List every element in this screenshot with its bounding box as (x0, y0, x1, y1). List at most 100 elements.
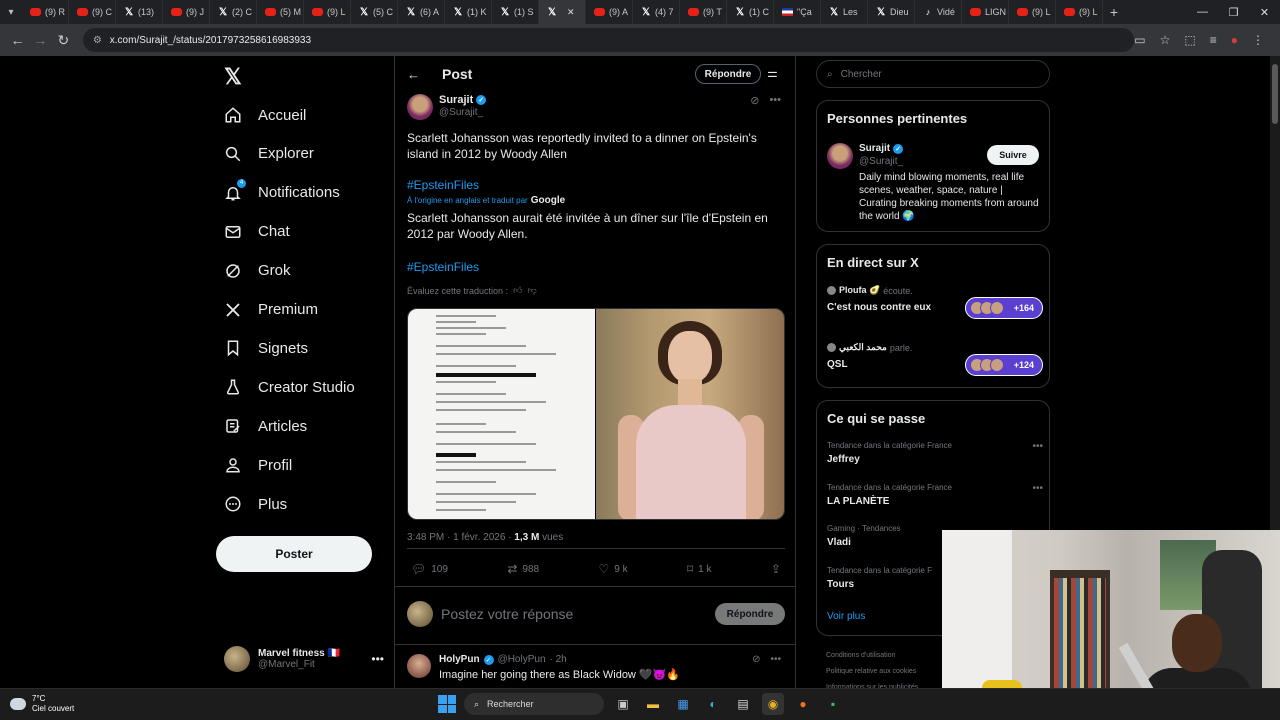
address-bar[interactable]: ⚙ x.com/Surajit_/status/2017973258616983… (82, 28, 1135, 52)
tweet-time[interactable]: 3:48 PM · 1 févr. 2026 (407, 532, 505, 543)
avatar[interactable] (407, 654, 431, 678)
nav-item-profil[interactable]: Profil (224, 450, 292, 480)
nav-item-chat[interactable]: Chat (224, 217, 290, 247)
more-dots-icon[interactable]: ••• (371, 652, 384, 666)
post-button[interactable]: Poster (216, 536, 372, 572)
search-input[interactable]: ⌕ Chercher (816, 60, 1050, 88)
nav-item-notifications[interactable]: 4 Notifications (224, 178, 340, 208)
listeners-pill[interactable]: +124 (965, 354, 1043, 376)
tab-search-chevron-icon[interactable]: ▾ (0, 0, 22, 24)
browser-tab[interactable]: (9) J (163, 0, 210, 24)
tweet-author[interactable]: Surajit ✓ (439, 94, 487, 106)
browser-tab[interactable]: 𝕏 (1) S (492, 0, 539, 24)
file-explorer-icon[interactable]: ▬ (642, 693, 664, 715)
chrome-icon[interactable]: ◉ (762, 693, 784, 715)
more-dots-icon[interactable]: ••• (770, 654, 781, 665)
browser-tab[interactable]: (9) L (1056, 0, 1103, 24)
bookmark-action[interactable]: ⌑ 1 k (687, 562, 712, 576)
like-action[interactable]: ♡ 9 k (598, 562, 627, 576)
terms-link[interactable]: Conditions d'utilisation (826, 648, 918, 664)
restore-button[interactable]: ❐ (1218, 6, 1249, 19)
close-window-button[interactable]: ✕ (1249, 6, 1280, 19)
x-logo-icon[interactable]: 𝕏 (224, 64, 242, 90)
thumbs-up-icon[interactable]: 👍︎ (513, 285, 522, 296)
browser-tab[interactable]: 𝕏 Dieu (868, 0, 915, 24)
share-action[interactable]: ⇪ (771, 562, 781, 576)
more-dots-icon[interactable]: ••• (1032, 441, 1043, 452)
browser-tab[interactable]: ♪ Vidé (915, 0, 962, 24)
forward-arrow-icon[interactable]: → (29, 32, 52, 48)
tweet-media[interactable] (407, 308, 785, 520)
sliders-icon[interactable]: ⚌ (767, 66, 778, 80)
profile-icon[interactable]: ● (1231, 33, 1238, 47)
more-dots-icon[interactable]: ••• (1032, 483, 1043, 494)
browser-tab[interactable]: (9) T (680, 0, 727, 24)
listeners-pill[interactable]: +164 (965, 297, 1043, 319)
ads-info-link[interactable]: Informations sur les publicités (826, 680, 918, 688)
bookmark-star-icon[interactable]: ☆ (1160, 33, 1171, 47)
back-arrow-icon[interactable]: ← (6, 32, 29, 48)
nav-item-creator-studio[interactable]: Creator Studio (224, 372, 355, 402)
browser-tab[interactable]: (9) L (304, 0, 351, 24)
browser-tab[interactable]: "Ça (774, 0, 821, 24)
nav-item-signets[interactable]: Signets (224, 333, 308, 363)
browser-tab[interactable]: LIGN (962, 0, 1009, 24)
site-info-icon[interactable]: ⚙ (93, 35, 102, 46)
browser-tab[interactable]: 𝕏 (2) C (210, 0, 257, 24)
browser-tab[interactable]: 𝕏 (5) C (351, 0, 398, 24)
trend-item[interactable]: Tendance dans la catégorie France Jeffrey… (827, 441, 1043, 465)
browser-tab[interactable]: 𝕏 (4) 7 (633, 0, 680, 24)
live-space-item[interactable]: Ploufa 🥑 écoute. C'est nous contre eux +164 (827, 285, 1043, 319)
taskbar-search[interactable]: ⌕ Rechercher (464, 693, 604, 715)
nav-item-articles[interactable]: Articles (224, 411, 307, 441)
cast-icon[interactable]: ▭ (1134, 33, 1145, 47)
browser-tab[interactable]: (5) M (257, 0, 304, 24)
nav-item-grok[interactable]: Grok (224, 256, 291, 286)
task-view-icon[interactable]: ▣ (612, 693, 634, 715)
browser-tab[interactable]: (9) L (1009, 0, 1056, 24)
browser-tab[interactable]: (9) A (586, 0, 633, 24)
author-handle[interactable]: @Surajit_ (439, 107, 483, 118)
reload-icon[interactable]: ↻ (52, 32, 75, 49)
person-name[interactable]: Surajit ✓ (859, 143, 904, 154)
browser-tab[interactable]: 𝕏 (1) K (445, 0, 492, 24)
reply-author-name[interactable]: HolyPun (439, 654, 480, 665)
reply-input[interactable]: Postez votre réponse (441, 606, 573, 622)
see-more-link[interactable]: Voir plus (827, 611, 865, 622)
portrait-image[interactable] (595, 309, 784, 519)
edge-icon[interactable]: ◐ (702, 693, 724, 715)
nav-item-accueil[interactable]: Accueil (224, 100, 306, 130)
more-dots-icon[interactable]: ••• (769, 94, 781, 107)
app-icon[interactable]: ▪ (822, 693, 844, 715)
grok-icon[interactable]: ⊘ (752, 654, 760, 665)
windows-start-icon[interactable] (438, 695, 456, 713)
browser-tab[interactable]: 𝕏 (6) A (398, 0, 445, 24)
nav-item-explorer[interactable]: Explorer (224, 139, 314, 169)
browser-tab[interactable]: 𝕏 (1) C (727, 0, 774, 24)
browser-menu-icon[interactable]: ⋮ (1252, 33, 1264, 47)
media-icon[interactable]: ≡ (1210, 33, 1217, 47)
weather-widget[interactable]: 7°C Ciel couvert (10, 694, 74, 714)
thumbs-down-icon[interactable]: 👎︎ (527, 285, 536, 296)
hashtag-link[interactable]: #EpsteinFiles (407, 178, 479, 192)
account-switcher[interactable]: Marvel fitness 🇫🇷 @Marvel_Fit ••• (224, 642, 384, 676)
translation-label[interactable]: À l'origine en anglais et traduit par (407, 196, 528, 205)
cookies-link[interactable]: Politique relative aux cookies (826, 664, 918, 680)
document-image[interactable] (408, 309, 595, 519)
back-arrow-icon[interactable]: ← (407, 67, 420, 82)
close-tab-icon[interactable]: ✕ (567, 7, 575, 18)
minimize-button[interactable]: — (1187, 6, 1218, 19)
avatar[interactable] (827, 143, 853, 169)
reply-action[interactable]: 💬︎ 109 (411, 562, 448, 576)
browser-tab[interactable]: 𝕏 Les (821, 0, 868, 24)
nav-item-premium[interactable]: Premium (224, 295, 318, 325)
grok-icon[interactable]: ⊘ (750, 94, 759, 107)
extensions-icon[interactable]: ⬚ (1184, 33, 1195, 47)
new-tab-button[interactable]: + (1103, 4, 1125, 20)
scrollbar-thumb[interactable] (1272, 64, 1278, 124)
hashtag-link[interactable]: #EpsteinFiles (407, 260, 479, 274)
avatar[interactable] (407, 94, 433, 120)
store-bag-icon[interactable]: ▤ (732, 693, 754, 715)
follow-button[interactable]: Suivre (987, 145, 1039, 165)
browser-tab[interactable]: (9) C (69, 0, 116, 24)
